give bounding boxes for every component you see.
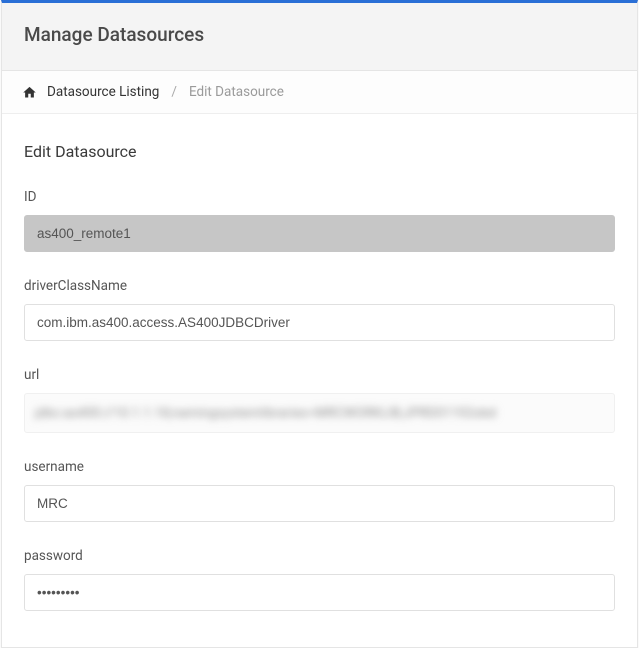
field-url: url jdbc:as400://10.1.1.18;namingsysteml… <box>24 367 615 433</box>
breadcrumb-current: Edit Datasource <box>189 84 284 100</box>
field-driver-class-name: driverClassName <box>24 278 615 341</box>
field-username: username <box>24 459 615 522</box>
input-password[interactable] <box>24 574 615 611</box>
input-id <box>24 215 615 252</box>
panel-header: Manage Datasources <box>2 3 637 71</box>
breadcrumb: Datasource Listing / Edit Datasource <box>2 71 637 114</box>
input-url-obscured-text: jdbc:as400://10.1.1.18;namingsystemlibra… <box>35 406 496 421</box>
label-password: password <box>24 548 615 564</box>
form-content: Edit Datasource ID driverClassName url j… <box>2 114 637 647</box>
label-driver-class-name: driverClassName <box>24 278 615 294</box>
home-icon[interactable] <box>22 85 37 100</box>
input-url[interactable]: jdbc:as400://10.1.1.18;namingsystemlibra… <box>24 393 615 433</box>
label-username: username <box>24 459 615 475</box>
breadcrumb-link-listing[interactable]: Datasource Listing <box>47 84 159 100</box>
input-username[interactable] <box>24 485 615 522</box>
form-title: Edit Datasource <box>24 142 615 161</box>
manage-datasources-panel: Manage Datasources Datasource Listing / … <box>1 0 638 648</box>
input-driver-class-name[interactable] <box>24 304 615 341</box>
label-url: url <box>24 367 615 383</box>
label-id: ID <box>24 189 615 205</box>
breadcrumb-separator: / <box>171 84 177 100</box>
field-id: ID <box>24 189 615 252</box>
field-password: password <box>24 548 615 611</box>
page-title: Manage Datasources <box>24 23 615 46</box>
